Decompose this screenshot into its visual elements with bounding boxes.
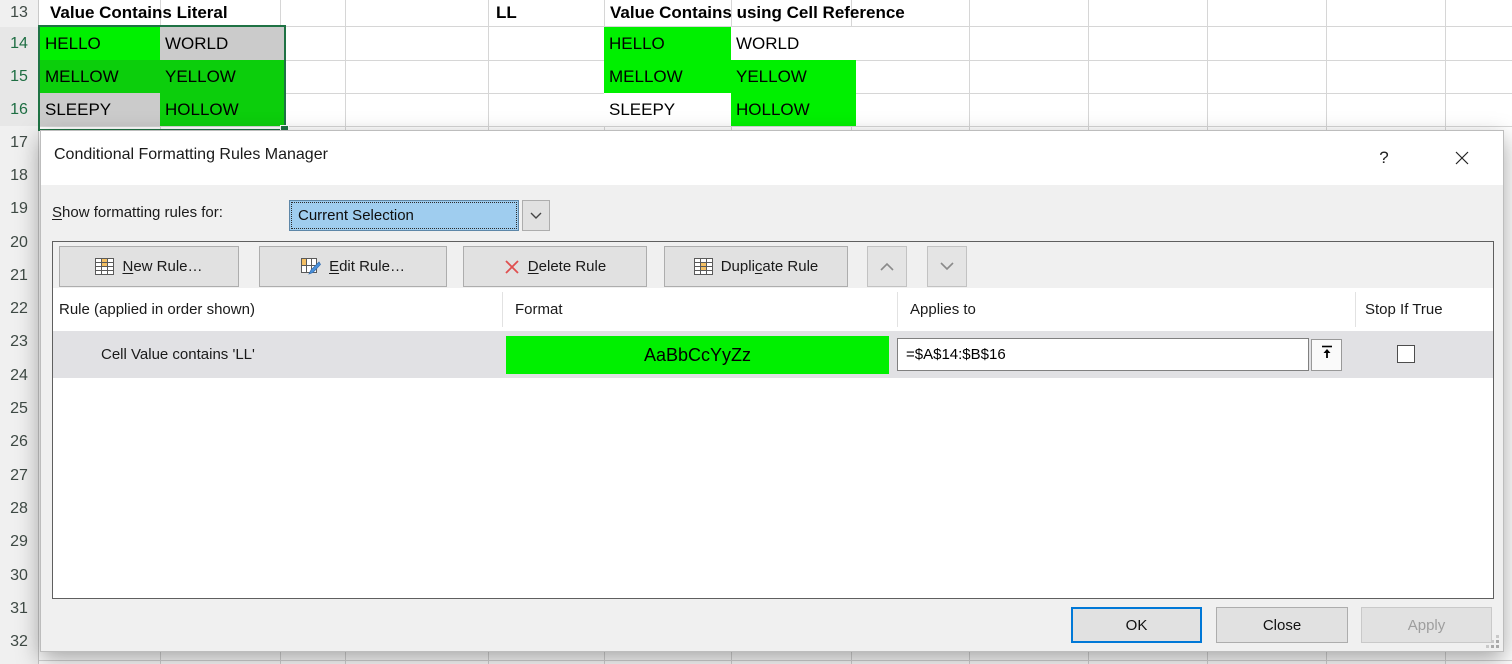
show-rules-label: Show formatting rules for: [52,204,223,221]
cell-f14[interactable]: HELLO [604,27,736,60]
row-header-30[interactable]: 30 [0,559,38,592]
cf-rules-manager-dialog: Conditional Formatting Rules Manager ? S… [40,130,1504,652]
delete-rule-button[interactable]: Delete Rule [463,246,647,287]
row-header-25[interactable]: 25 [0,392,38,425]
applies-to-input[interactable]: =$A$14:$B$16 [897,338,1309,371]
gridline [38,660,1512,661]
cell-g16[interactable]: HOLLOW [731,93,856,126]
cell-lookup-value[interactable]: LL [490,0,596,26]
close-icon[interactable] [1445,141,1479,175]
chevron-down-icon [940,262,954,271]
row-header-29[interactable]: 29 [0,526,38,559]
row-header-16[interactable]: 16 [0,93,38,126]
excel-screen: 1314151617181920212223242526272829303132… [0,0,1512,664]
row-header-32[interactable]: 32 [0,626,38,659]
row-header-21[interactable]: 21 [0,259,38,292]
rule-row[interactable]: Cell Value contains 'LL' AaBbCcYyZz =$A$… [53,331,1493,378]
close-button[interactable]: Close [1216,607,1348,643]
cell-f16[interactable]: SLEEPY [604,93,736,126]
row-header-20[interactable]: 20 [0,226,38,259]
show-rules-selected-value: Current Selection [291,202,517,229]
rules-toolbar: New Rule… Edit Rule… Delete Rule [53,242,1493,289]
rule-format-preview: AaBbCcYyZz [506,336,889,374]
row-header-13[interactable]: 13 [0,0,38,26]
column-divider [1355,292,1356,327]
edit-rule-button[interactable]: Edit Rule… [259,246,447,287]
resize-grip[interactable] [1487,636,1499,648]
duplicate-rule-button[interactable]: Duplicate Rule [664,246,848,287]
cell-g15[interactable]: YELLOW [731,60,856,93]
delete-rule-label: Delete Rule [528,258,606,275]
collapse-arrow-up-icon [1320,345,1334,365]
selection-outline [38,25,286,131]
red-x-icon [504,259,520,275]
cell-header-literal[interactable]: Value Contains Literal [44,0,350,26]
table-pencil-icon [301,258,321,276]
column-divider [502,292,503,327]
dialog-titlebar[interactable]: Conditional Formatting Rules Manager ? [41,131,1503,185]
row-header-22[interactable]: 22 [0,293,38,326]
duplicate-rule-label: Duplicate Rule [721,258,819,275]
show-rules-dropdown[interactable]: Current Selection [289,200,519,231]
stop-if-true-checkbox[interactable] [1397,345,1415,363]
column-format: Format [515,288,563,331]
table-grid-icon [694,258,713,275]
ok-button[interactable]: OK [1071,607,1202,643]
new-rule-button[interactable]: New Rule… [59,246,239,287]
range-picker-button[interactable] [1311,339,1342,371]
row-header-17[interactable]: 17 [0,126,38,159]
row-header-14[interactable]: 14 [0,27,38,60]
move-rule-up-button[interactable] [867,246,907,287]
column-stop-if-true: Stop If True [1365,288,1443,331]
chevron-up-icon [880,262,894,271]
row-header-column: 1314151617181920212223242526272829303132 [0,0,39,664]
column-applies-to: Applies to [910,288,976,331]
column-rule: Rule (applied in order shown) [59,288,255,331]
row-header-26[interactable]: 26 [0,426,38,459]
cell-header-reference[interactable]: Value Contains using Cell Reference [604,0,1050,26]
rules-panel: New Rule… Edit Rule… Delete Rule [52,241,1494,599]
column-divider [897,292,898,327]
row-header-15[interactable]: 15 [0,60,38,93]
rules-list-header: Rule (applied in order shown) Format App… [53,288,1493,331]
row-header-28[interactable]: 28 [0,492,38,525]
rule-name: Cell Value contains 'LL' [101,331,255,378]
new-rule-label: New Rule… [122,258,202,275]
row-header-23[interactable]: 23 [0,326,38,359]
row-header-19[interactable]: 19 [0,193,38,226]
row-header-18[interactable]: 18 [0,159,38,192]
row-header-27[interactable]: 27 [0,459,38,492]
row-header-24[interactable]: 24 [0,359,38,392]
move-rule-down-button[interactable] [927,246,967,287]
cell-f15[interactable]: MELLOW [604,60,736,93]
help-icon[interactable]: ? [1367,141,1401,175]
edit-rule-label: Edit Rule… [329,258,405,275]
apply-button[interactable]: Apply [1361,607,1492,643]
table-grid-icon [95,258,114,275]
dialog-title: Conditional Formatting Rules Manager [54,146,328,164]
row-header-31[interactable]: 31 [0,592,38,625]
dropdown-chevron-down-icon[interactable] [522,200,550,231]
cell-g14[interactable]: WORLD [731,27,856,60]
